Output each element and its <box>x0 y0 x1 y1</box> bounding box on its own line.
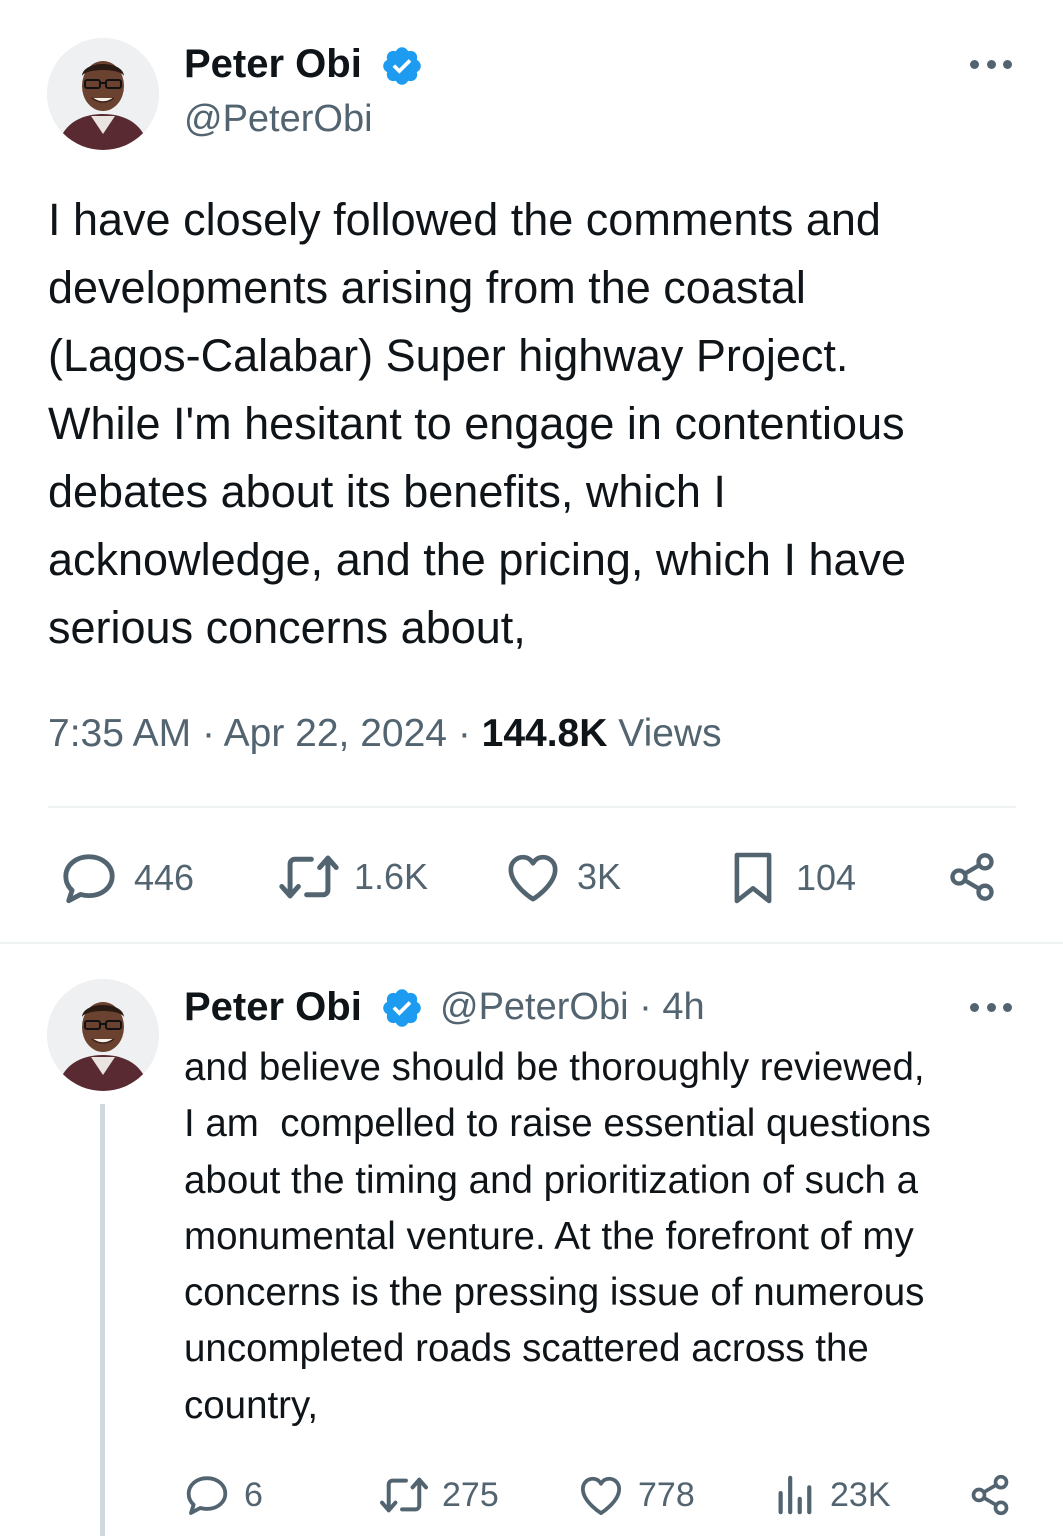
reply-icon <box>186 1476 228 1515</box>
separator-dot: · <box>201 712 215 755</box>
author-handle[interactable]: @PeterObi <box>184 98 373 141</box>
reply-author-handle-and-age: @PeterObi · 4h <box>440 986 705 1029</box>
reply-text-line: country, <box>184 1383 319 1427</box>
share-icon <box>950 853 994 901</box>
avatar-portrait-image <box>47 979 159 1091</box>
like-count: 3K <box>577 856 622 897</box>
reply-button[interactable]: 446 <box>60 851 194 905</box>
views-count: 144.8K <box>481 712 608 755</box>
views-button[interactable]: 23K <box>774 1474 891 1516</box>
bookmark-button[interactable]: 104 <box>730 849 856 907</box>
repost-count: 1.6K <box>354 856 429 897</box>
repost-icon <box>279 855 339 899</box>
reply-count: 6 <box>244 1475 263 1514</box>
like-icon <box>580 1476 622 1516</box>
divider <box>0 942 1063 944</box>
repost-button[interactable]: 275 <box>378 1474 499 1516</box>
more-icon[interactable] <box>970 1001 1012 1013</box>
bookmark-icon <box>734 852 772 904</box>
tweet-text-line: developments arising from the coastal <box>48 262 806 313</box>
divider <box>48 806 1016 808</box>
reply-button[interactable]: 6 <box>184 1474 263 1516</box>
tweet-text-line: acknowledge, and the pricing, which I ha… <box>48 534 907 585</box>
tweet-text-line: (Lagos-Calabar) Super highway Project. <box>48 330 849 381</box>
like-count: 778 <box>638 1475 695 1514</box>
like-button[interactable]: 778 <box>578 1474 695 1516</box>
reply-text-line: concerns is the pressing issue of numero… <box>184 1271 925 1315</box>
tweet-metadata: 7:35 AM · Apr 22, 2024 · 144.8K Views <box>48 712 722 756</box>
reply-author-avatar[interactable] <box>47 979 159 1091</box>
reply-text-line: about the timing and prioritization of s… <box>184 1158 919 1202</box>
avatar-portrait-image <box>47 38 159 150</box>
views-label: Views <box>618 712 722 755</box>
reply-text-line: I am compelled to raise essential questi… <box>184 1102 931 1146</box>
views-icon <box>778 1475 812 1515</box>
share-icon <box>971 1474 1009 1516</box>
repost-icon <box>380 1477 428 1513</box>
tweet-text: I have closely followed the comments and… <box>48 186 1038 662</box>
share-button[interactable] <box>946 851 998 903</box>
separator-dot: · <box>457 712 471 755</box>
more-icon[interactable] <box>970 58 1012 70</box>
tweet-text-line: I have closely followed the comments and <box>48 194 881 245</box>
tweet-text-line: While I'm hesitant to engage in contenti… <box>48 398 905 449</box>
tweet-time[interactable]: 7:35 AM <box>48 712 191 755</box>
tweet-text-line: serious concerns about, <box>48 602 526 653</box>
like-icon <box>508 854 558 902</box>
reply-text-line: monumental venture. At the forefront of … <box>184 1214 914 1258</box>
repost-count: 275 <box>442 1475 499 1514</box>
reply-author-name[interactable]: Peter Obi <box>184 985 362 1030</box>
reply-text: and believe should be thoroughly reviewe… <box>184 1040 1044 1434</box>
reply-text-line: and believe should be thoroughly reviewe… <box>184 1046 925 1089</box>
author-name[interactable]: Peter Obi <box>184 42 362 87</box>
reply-icon <box>63 854 115 904</box>
verified-badge-icon <box>380 44 424 88</box>
bookmark-count: 104 <box>796 857 857 898</box>
repost-button[interactable]: 1.6K <box>278 851 428 903</box>
share-button[interactable] <box>968 1473 1012 1517</box>
tweet-text-line: debates about its benefits, which I <box>48 466 726 517</box>
tweet-date[interactable]: Apr 22, 2024 <box>224 712 447 755</box>
like-button[interactable]: 3K <box>505 851 621 903</box>
views-count: 23K <box>830 1475 891 1514</box>
thread-line <box>100 1104 105 1536</box>
reply-age[interactable]: · 4h <box>639 986 704 1028</box>
verified-badge-icon <box>380 986 424 1030</box>
reply-author-handle[interactable]: @PeterObi <box>440 986 629 1028</box>
reply-count: 446 <box>134 857 195 898</box>
reply-text-line: uncompleted roads scattered across the <box>184 1327 869 1371</box>
author-avatar[interactable] <box>47 38 159 150</box>
